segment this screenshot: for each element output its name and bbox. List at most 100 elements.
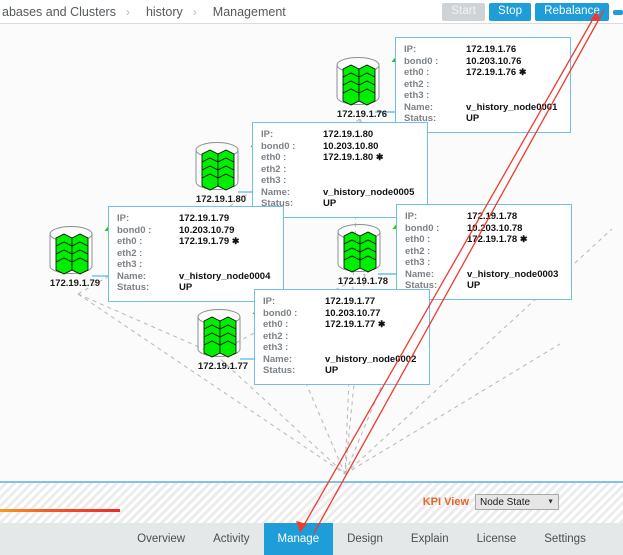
primary-marker-icon: ✱ [377,319,386,329]
database-node-icon[interactable] [331,53,403,115]
node-172-19-1-80[interactable]: 172.19.1.80 [190,138,262,205]
info-label-bond0: bond0 : [117,224,152,236]
primary-marker-icon: ✱ [231,236,240,246]
node-172-19-1-76[interactable]: 172.19.1.76 [331,53,403,120]
info-value-bond0: 10.203.10.79 [179,224,235,236]
breadcrumb-item-history[interactable]: history [140,5,189,19]
kpi-strip: KPI View Node State ▼ [0,481,623,523]
info-value-status: UP [325,365,339,376]
info-label-ip: IP: [404,44,417,55]
info-value-bond0: 10.203.10.80 [323,140,379,152]
info-value-bond0: 10.203.10.78 [467,222,523,234]
kpi-view-control: KPI View Node State ▼ [423,494,559,510]
status-gradient-bar [0,509,120,512]
tab-overview[interactable]: Overview [123,523,199,555]
top-bar: abases and Clusters › history › Manageme… [0,0,623,24]
info-label-bond0: bond0 : [405,222,440,234]
info-value-eth0: 172.19.1.80 ✱ [323,152,384,163]
info-label-eth3: eth3 : [405,257,431,268]
info-value-status: UP [466,113,480,124]
info-label-ip: IP: [263,296,276,307]
info-label-eth3: eth3 : [117,259,143,270]
info-label-eth0: eth0 : [404,67,430,78]
database-node-icon[interactable] [190,138,262,200]
kpi-view-select[interactable]: Node State ▼ [475,494,559,510]
chevron-down-icon: ▼ [547,498,554,506]
info-label-name: Name: [117,270,147,282]
info-label-eth2: eth2 : [263,330,289,342]
info-value-name: v_history_node0004 [179,270,271,282]
info-value-name: v_history_node0002 [325,353,417,365]
info-label-ip: IP: [261,129,274,140]
kpi-view-selected-value: Node State [480,496,531,508]
node-ip-label: 172.19.1.77 [197,361,249,372]
database-node-icon[interactable] [44,222,116,284]
overflow-button[interactable] [613,9,623,15]
info-label-eth3: eth3 : [261,175,287,186]
node-ip-label: 172.19.1.78 [337,276,389,287]
breadcrumb-item-management[interactable]: Management [207,5,292,19]
info-label-eth0: eth0 : [405,234,431,245]
tab-design[interactable]: Design [333,523,397,555]
info-value-ip: 172.19.1.80 [323,129,374,140]
info-label-ip: IP: [117,213,130,224]
info-value-ip: 172.19.1.77 [325,296,376,307]
info-value-name: v_history_node0003 [467,268,559,280]
info-label-eth3: eth3 : [404,90,430,101]
node-172-19-1-78[interactable]: 172.19.1.78 [332,220,404,287]
info-label-eth0: eth0 : [263,319,289,330]
info-value-status: UP [179,282,193,293]
node-ip-label: 172.19.1.76 [336,109,388,120]
tab-activity[interactable]: Activity [199,523,263,555]
info-label-eth2: eth2 : [117,247,143,259]
database-node-icon[interactable] [192,305,264,367]
cluster-action-buttons: Start Stop Rebalance [442,3,623,21]
node-info-box-v-history-node0003: IP: 172.19.1.78 bond0 : 10.203.10.78 eth0 … [396,204,572,300]
rebalance-button[interactable]: Rebalance [535,3,609,21]
tab-explain[interactable]: Explain [397,523,463,555]
stop-button[interactable]: Stop [489,3,532,21]
info-value-name: v_history_node0001 [466,101,558,113]
breadcrumb: abases and Clusters › history › Manageme… [0,5,292,19]
breadcrumb-separator-icon: › [192,4,197,19]
info-label-name: Name: [261,186,291,198]
node-info-box-v-history-node0001: IP: 172.19.1.76 bond0 : 10.203.10.76 eth0 … [395,37,571,133]
primary-marker-icon: ✱ [375,152,384,162]
database-node-icon[interactable] [332,220,404,282]
node-172-19-1-79[interactable]: 172.19.1.79 [44,222,116,289]
kpi-view-label: KPI View [422,496,469,508]
info-value-ip: 172.19.1.78 [467,211,518,222]
info-label-eth2: eth2 : [405,245,431,257]
info-label-name: Name: [405,268,435,280]
info-label-eth2: eth2 : [261,163,287,175]
primary-marker-icon: ✱ [519,234,528,244]
start-button: Start [442,3,486,21]
info-label-bond0: bond0 : [263,307,298,319]
info-value-eth0: 172.19.1.77 ✱ [325,319,386,330]
info-label-eth0: eth0 : [117,236,143,247]
info-value-name: v_history_node0005 [323,186,415,198]
info-label-ip: IP: [405,211,418,222]
node-ip-label: 172.19.1.79 [49,278,101,289]
info-value-status: UP [467,280,481,291]
cluster-management-page: abases and Clusters › history › Manageme… [0,0,623,555]
info-value-eth0: 172.19.1.76 ✱ [466,67,527,78]
info-label-status: Status: [263,365,296,376]
breadcrumb-item-databases-and-clusters[interactable]: abases and Clusters [0,5,122,19]
info-value-ip: 172.19.1.79 [179,213,230,224]
info-label-eth2: eth2 : [404,78,430,90]
info-value-bond0: 10.203.10.77 [325,307,381,319]
node-172-19-1-77[interactable]: 172.19.1.77 [192,305,264,372]
tab-manage[interactable]: Manage [263,523,334,555]
info-label-eth3: eth3 : [263,342,289,353]
tab-license[interactable]: License [463,523,531,555]
node-info-box-v-history-node0002: IP: 172.19.1.77 bond0 : 10.203.10.77 eth0 … [254,289,430,385]
info-label-eth0: eth0 : [261,152,287,163]
info-label-bond0: bond0 : [404,55,439,67]
node-ip-label: 172.19.1.80 [195,194,247,205]
node-info-box-v-history-node0004: IP: 172.19.1.79 bond0 : 10.203.10.79 eth0 … [108,206,284,302]
primary-marker-icon: ✱ [518,67,527,77]
info-value-status: UP [323,198,337,209]
topology-canvas[interactable]: 172.19.1.76 IP: 172.19.1.76 bond0 : 10.203… [0,24,623,480]
tab-settings[interactable]: Settings [530,523,600,555]
